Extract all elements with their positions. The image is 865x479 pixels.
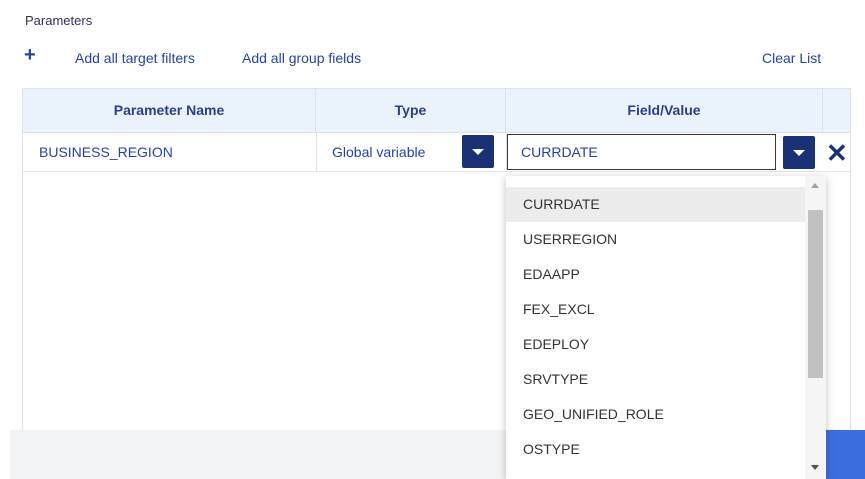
dropdown-option-edeploy[interactable]: EDEPLOY: [506, 327, 806, 362]
type-cell: Global variable: [332, 144, 426, 160]
parameter-name-cell: BUSINESS_REGION: [39, 144, 173, 160]
header-type[interactable]: Type: [316, 89, 506, 132]
scroll-up-icon[interactable]: [811, 183, 819, 188]
dropdown-option-srvtype[interactable]: SRVTYPE: [506, 362, 806, 397]
field-value-dropdown-list: CURRDATE USERREGION EDAAPP FEX_EXCL EDEP…: [506, 176, 826, 479]
scrollbar-thumb[interactable]: [808, 210, 823, 378]
section-title: Parameters: [25, 13, 93, 28]
field-value-input[interactable]: CURRDATE: [507, 134, 776, 170]
chevron-down-icon: [472, 148, 484, 155]
dropdown-option-geo-unified-role[interactable]: GEO_UNIFIED_ROLE: [506, 397, 806, 432]
add-all-target-filters-link[interactable]: Add all target filters: [75, 50, 195, 66]
add-all-group-fields-link[interactable]: Add all group fields: [242, 50, 361, 66]
dropdown-option-edaapp[interactable]: EDAAPP: [506, 257, 806, 292]
dropdown-option-currdate[interactable]: CURRDATE: [506, 187, 806, 222]
close-icon[interactable]: ✕: [826, 140, 848, 166]
dropdown-option-ostype[interactable]: OSTYPE: [506, 432, 806, 467]
scroll-down-icon[interactable]: [811, 465, 819, 470]
clear-list-link[interactable]: Clear List: [762, 50, 821, 66]
type-dropdown-button[interactable]: [462, 135, 494, 168]
plus-icon[interactable]: +: [24, 44, 36, 67]
field-value-dropdown-button[interactable]: [783, 136, 815, 169]
dropdown-scrollbar[interactable]: [805, 176, 826, 479]
header-field-value[interactable]: Field/Value: [506, 89, 823, 132]
chevron-down-icon: [793, 149, 805, 156]
grid-header: Parameter Name Type Field/Value: [23, 89, 850, 133]
footer-button[interactable]: [820, 430, 865, 479]
dropdown-option-fex-excl[interactable]: FEX_EXCL: [506, 292, 806, 327]
header-parameter-name[interactable]: Parameter Name: [23, 89, 316, 132]
dropdown-option-userregion[interactable]: USERREGION: [506, 222, 806, 257]
